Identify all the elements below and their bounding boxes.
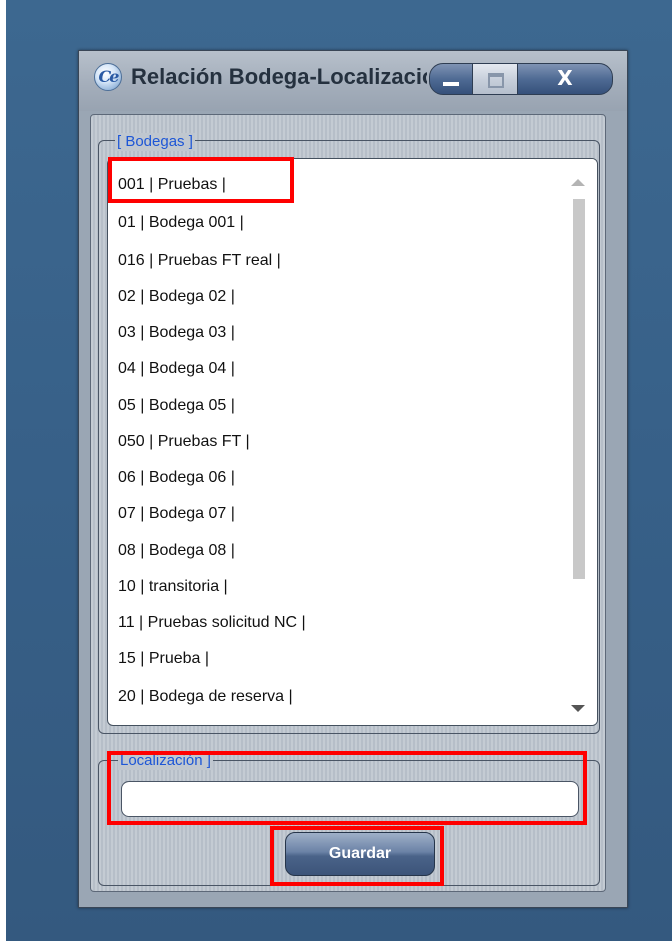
- minimize-button[interactable]: [429, 63, 473, 95]
- bodegas-legend: [ Bodegas ]: [115, 133, 195, 151]
- window-title: Relación Bodega-Localización: [131, 64, 427, 89]
- scroll-up-arrow-icon[interactable]: [571, 179, 585, 186]
- maximize-button[interactable]: [472, 63, 518, 95]
- list-item[interactable]: 06 | Bodega 06 |: [118, 461, 558, 495]
- app-logo-icon: Ce: [94, 63, 122, 91]
- list-item[interactable]: 04 | Bodega 04 |: [118, 352, 558, 386]
- list-item[interactable]: 050 | Pruebas FT |: [118, 425, 558, 459]
- list-item[interactable]: 03 | Bodega 03 |: [118, 316, 558, 350]
- list-item[interactable]: 07 | Bodega 07 |: [118, 497, 558, 531]
- list-item[interactable]: 15 | Prueba |: [118, 642, 558, 676]
- list-item[interactable]: 10 | transitoria |: [118, 570, 558, 604]
- highlight-first-item: [108, 157, 294, 203]
- list-item[interactable]: 11 | Pruebas solicitud NC |: [118, 606, 558, 640]
- list-scrollbar[interactable]: [561, 159, 597, 725]
- list-item[interactable]: 05 | Bodega 05 |: [118, 389, 558, 423]
- title-bar[interactable]: Ce Relación Bodega-Localización X: [79, 51, 627, 111]
- list-item[interactable]: 02 | Bodega 02 |: [118, 280, 558, 314]
- scroll-thumb[interactable]: [573, 199, 585, 579]
- list-item[interactable]: 01 | Bodega 001 |: [118, 206, 558, 240]
- list-item[interactable]: 08 | Bodega 08 |: [118, 534, 558, 568]
- list-item[interactable]: 016 | Pruebas FT real |: [118, 244, 558, 278]
- list-item[interactable]: 20 | Bodega de reserva |: [118, 680, 558, 714]
- highlight-localizacion: [107, 751, 587, 825]
- bodegas-listbox[interactable]: 001 | Pruebas | 01 | Bodega 001 | 016 | …: [107, 158, 598, 726]
- highlight-save-button: [270, 826, 444, 886]
- scroll-down-arrow-icon[interactable]: [571, 705, 585, 712]
- close-button[interactable]: X: [517, 63, 613, 95]
